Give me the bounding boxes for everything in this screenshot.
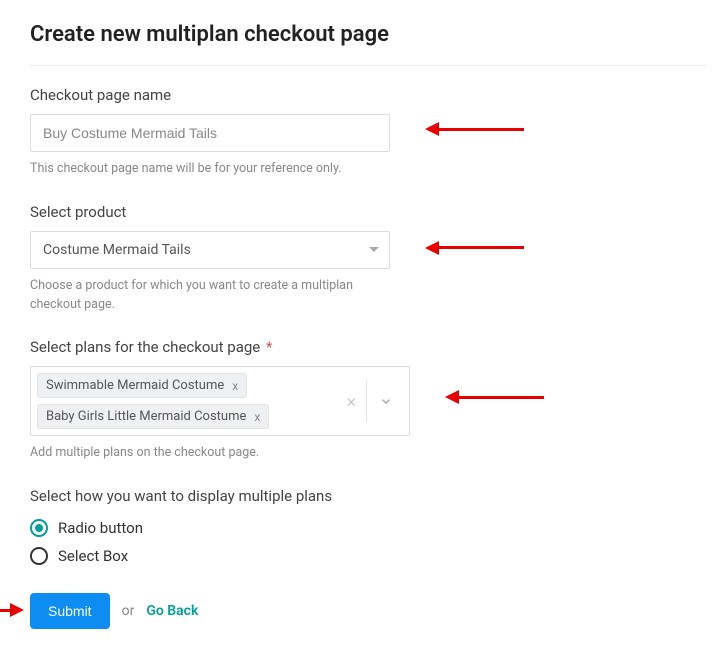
display-option-radio[interactable]: Radio button	[30, 519, 706, 537]
chip-remove-icon[interactable]: x	[254, 410, 260, 424]
display-mode-label: Select how you want to display multiple …	[30, 487, 706, 505]
chevron-down-icon[interactable]	[367, 394, 405, 408]
required-star: *	[266, 338, 272, 356]
select-plans-multiselect[interactable]: Swimmable Mermaid Costume x Baby Girls L…	[30, 366, 410, 436]
checkout-name-label: Checkout page name	[30, 86, 706, 104]
select-product-label: Select product	[30, 203, 706, 221]
plan-chip: Swimmable Mermaid Costume x	[37, 373, 247, 398]
radio-selected-icon	[30, 519, 48, 537]
checkout-name-helper: This checkout page name will be for your…	[30, 160, 390, 179]
arrow-icon	[0, 603, 24, 617]
display-option-label: Radio button	[58, 519, 143, 537]
display-option-select[interactable]: Select Box	[30, 547, 706, 565]
arrow-icon	[445, 390, 544, 404]
arrow-icon	[425, 241, 524, 255]
chip-remove-icon[interactable]: x	[232, 379, 238, 393]
go-back-link[interactable]: Go Back	[146, 603, 198, 619]
page-title: Create new multiplan checkout page	[30, 22, 706, 47]
select-product-dropdown[interactable]: Costume Mermaid Tails	[30, 231, 390, 269]
select-product-helper: Choose a product for which you want to c…	[30, 277, 390, 315]
divider	[30, 65, 706, 66]
chevron-down-icon	[369, 247, 379, 252]
select-product-value: Costume Mermaid Tails	[43, 242, 191, 258]
select-plans-helper: Add multiple plans on the checkout page.	[30, 444, 390, 463]
select-plans-label: Select plans for the checkout page *	[30, 338, 706, 356]
plan-chip: Baby Girls Little Mermaid Costume x	[37, 404, 269, 429]
radio-unselected-icon	[30, 547, 48, 565]
arrow-icon	[425, 122, 524, 136]
display-option-label: Select Box	[58, 547, 128, 565]
submit-button[interactable]: Submit	[30, 593, 110, 629]
checkout-name-input[interactable]	[30, 114, 390, 152]
or-text: or	[122, 603, 135, 619]
clear-all-icon[interactable]: ×	[337, 391, 366, 412]
